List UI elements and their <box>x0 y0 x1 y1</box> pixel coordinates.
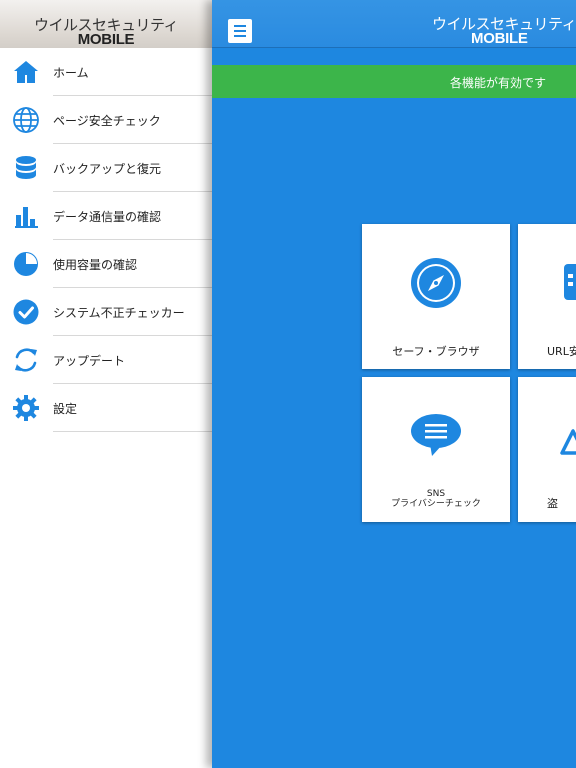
menu-item-page-safety-check[interactable]: ページ安全チェック <box>0 96 212 144</box>
app-subtitle: MOBILE <box>471 30 528 47</box>
tile-label: セーフ・ブラウザ <box>392 345 480 358</box>
navigation-drawer: ウイルスセキュリティ MOBILE ホーム ページ安全チェック バックアップと復… <box>0 0 212 768</box>
menu-item-system-checker[interactable]: システム不正チェッカー <box>0 288 212 336</box>
gear-icon <box>12 394 40 422</box>
warning-icon <box>560 429 576 455</box>
calendar-icon <box>562 264 576 300</box>
tile-label: URL安 <box>547 345 576 358</box>
menu-item-label: バックアップと復元 <box>53 162 162 176</box>
divider <box>53 431 212 432</box>
tile-sns-privacy-check[interactable]: SNS プライバシーチェック <box>362 377 510 522</box>
status-banner: 各機能が有効です <box>212 65 576 98</box>
drawer-logo-subtitle: MOBILE <box>77 31 135 48</box>
chat-bubble-icon <box>410 413 462 457</box>
drawer-menu: ホーム ページ安全チェック バックアップと復元 データ通信量の確認 使用容量の確… <box>0 48 212 432</box>
tile-safe-browser[interactable]: セーフ・ブラウザ <box>362 224 510 369</box>
tile-label-line1: SNS <box>426 489 446 499</box>
globe-icon <box>12 106 40 134</box>
tile-url-safety[interactable]: URL安 <box>518 224 576 369</box>
menu-item-label: データ通信量の確認 <box>53 210 162 224</box>
refresh-icon <box>12 346 40 374</box>
pie-chart-icon <box>12 250 40 278</box>
main-panel: ウイルスセキュリティ MOBILE 各機能が有効です セーフ・ブラウザ URL安… <box>212 0 576 768</box>
menu-item-label: 使用容量の確認 <box>53 258 138 272</box>
tile-label-line2: プライバシーチェック <box>391 499 481 509</box>
hamburger-line <box>234 35 246 37</box>
drawer-header: ウイルスセキュリティ MOBILE <box>0 0 212 48</box>
database-icon <box>12 154 40 182</box>
app-header: ウイルスセキュリティ MOBILE <box>212 0 576 48</box>
tile-anti-theft[interactable]: 盗 <box>518 377 576 522</box>
menu-item-label: システム不正チェッカー <box>53 306 185 320</box>
menu-item-storage-usage[interactable]: 使用容量の確認 <box>0 240 212 288</box>
menu-item-data-usage[interactable]: データ通信量の確認 <box>0 192 212 240</box>
hamburger-line <box>234 25 246 27</box>
hamburger-line <box>234 30 246 32</box>
menu-item-home[interactable]: ホーム <box>0 48 212 96</box>
menu-item-label: 設定 <box>53 402 78 416</box>
menu-item-label: アップデート <box>53 354 126 368</box>
compass-icon <box>410 257 462 309</box>
menu-item-update[interactable]: アップデート <box>0 336 212 384</box>
tile-label: 盗 <box>547 497 558 510</box>
bar-chart-icon <box>12 202 40 230</box>
home-icon <box>12 58 40 86</box>
status-text: 各機能が有効です <box>450 76 547 90</box>
menu-item-backup-restore[interactable]: バックアップと復元 <box>0 144 212 192</box>
hamburger-menu-button[interactable] <box>228 19 252 43</box>
menu-item-settings[interactable]: 設定 <box>0 384 212 432</box>
check-circle-icon <box>12 298 40 326</box>
menu-item-label: ページ安全チェック <box>53 114 161 128</box>
menu-item-label: ホーム <box>53 66 89 80</box>
